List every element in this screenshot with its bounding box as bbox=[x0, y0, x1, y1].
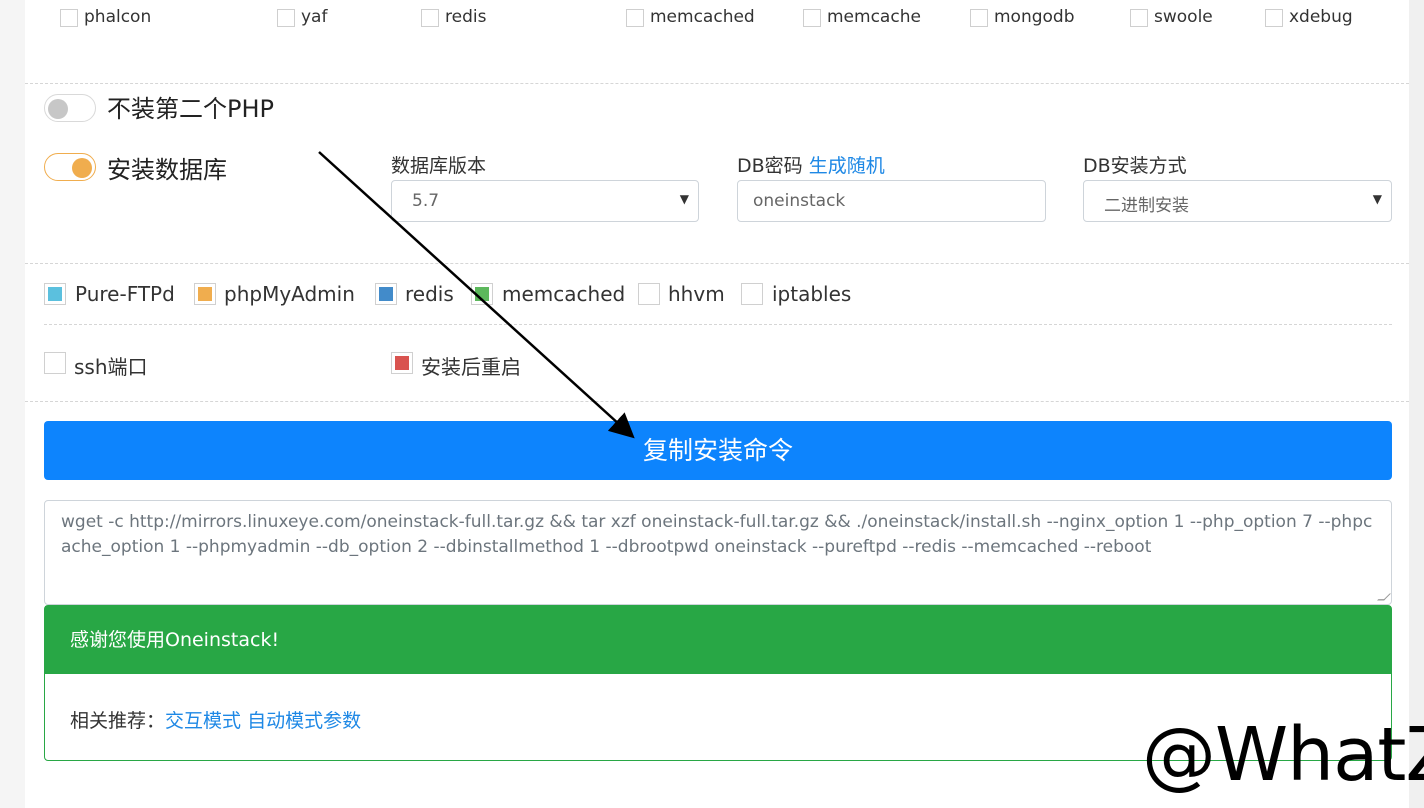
annotation-arrow bbox=[318, 151, 635, 439]
watermark: @WhatZ bbox=[1142, 712, 1424, 798]
